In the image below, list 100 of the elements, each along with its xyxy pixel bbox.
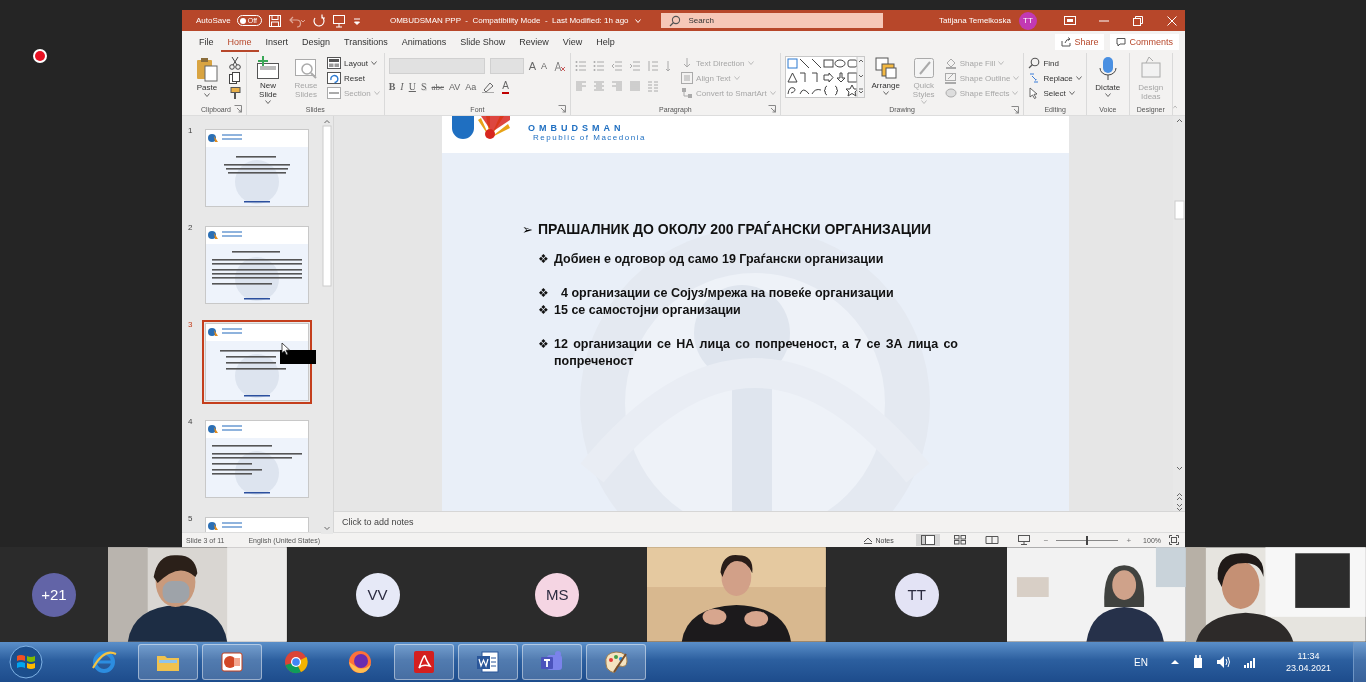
- slide-thumbnail[interactable]: [202, 126, 312, 210]
- close-button[interactable]: [1165, 13, 1179, 28]
- caret-icon: [204, 93, 210, 97]
- volume-icon[interactable]: [1215, 655, 1232, 669]
- format-button[interactable]: U: [408, 80, 416, 93]
- notes-placeholder[interactable]: Click to add notes: [342, 517, 414, 527]
- ribbon-button[interactable]: Reset: [327, 71, 380, 85]
- ribbon-tab[interactable]: Insert: [258, 32, 296, 52]
- ribbon-tab[interactable]: View: [555, 32, 590, 52]
- slide-thumbnail[interactable]: [202, 417, 312, 501]
- slide-number: 2: [188, 223, 194, 232]
- new-slide-icon: [255, 56, 281, 80]
- share-button[interactable]: Share: [1055, 34, 1105, 50]
- ribbon-button[interactable]: Select: [1028, 86, 1082, 100]
- clock-time[interactable]: 11:34: [1297, 650, 1320, 662]
- ribbon-tab[interactable]: Transitions: [337, 32, 395, 52]
- shapes-gallery-drawing[interactable]: [784, 56, 865, 98]
- format-button[interactable]: AV: [449, 80, 461, 93]
- format-button[interactable]: I: [400, 80, 404, 93]
- avatar: VV: [355, 572, 400, 617]
- redo-icon[interactable]: [311, 13, 326, 28]
- taskbar-app[interactable]: [202, 644, 262, 680]
- slide-number: 1: [188, 126, 194, 135]
- clock-date[interactable]: 23.04.2021: [1285, 662, 1331, 674]
- format-button[interactable]: abc: [431, 80, 444, 93]
- ribbon-button[interactable]: Dictate: [1090, 56, 1125, 97]
- show-hidden-icons-icon[interactable]: [1169, 657, 1180, 667]
- ribbon-button[interactable]: Layout: [327, 56, 380, 70]
- format-button[interactable]: S: [420, 80, 427, 93]
- taskbar-app[interactable]: [458, 644, 518, 680]
- bullet-symbol: ❖: [538, 302, 549, 319]
- ribbon-tab[interactable]: Slide Show: [453, 32, 513, 52]
- format-button[interactable]: B: [388, 80, 396, 93]
- ribbon-button[interactable]: Replace: [1028, 71, 1082, 85]
- zoom-in-button[interactable]: +: [1126, 535, 1132, 545]
- bullet-text: 12 организации се НА лица со попреченост, а 7 се ЗА лица со попреченост: [554, 336, 958, 370]
- paintbrush-icon[interactable]: [228, 86, 242, 100]
- format-button[interactable]: A: [541, 59, 548, 72]
- caret-icon: [733, 76, 740, 80]
- slide-thumbnail[interactable]: [202, 320, 312, 404]
- taskbar-app[interactable]: [522, 644, 582, 680]
- taskbar-app[interactable]: [586, 644, 646, 680]
- slide-heading: ПРАШАЛНИК ДО ОКОЛУ 200 ГРАЃАНСКИ ОРГАНИЗАЦИИ: [538, 221, 932, 237]
- search-field[interactable]: Search: [660, 13, 883, 28]
- bullet-arrow: ➢: [522, 222, 533, 237]
- ribbon-button[interactable]: New Slide: [251, 56, 285, 104]
- slider-thumb[interactable]: [1086, 535, 1089, 545]
- format-button[interactable]: A: [502, 79, 510, 94]
- ribbon-button[interactable]: Paste: [190, 56, 224, 97]
- format-button[interactable]: Aa: [465, 80, 477, 93]
- pen-icon: [944, 72, 957, 84]
- dialog-launcher-icon[interactable]: [767, 105, 776, 113]
- taskbar-app[interactable]: [394, 644, 454, 680]
- layout-icon: [327, 57, 341, 69]
- arrange-icon: [873, 56, 898, 80]
- normal-view-icon[interactable]: [915, 534, 940, 546]
- format-button[interactable]: A: [528, 59, 537, 72]
- redaction-box: [280, 350, 316, 364]
- ribbon-tab[interactable]: Help: [589, 32, 622, 52]
- font-size-field[interactable]: [489, 57, 524, 74]
- font-name-field[interactable]: [388, 57, 485, 74]
- zoom-out-button[interactable]: −: [1043, 535, 1049, 545]
- caret-icon: [998, 61, 1005, 65]
- avatar: +21: [32, 572, 76, 617]
- comments-button[interactable]: Comments: [1110, 34, 1179, 50]
- caret-icon: [920, 100, 927, 104]
- start-button[interactable]: [8, 644, 44, 680]
- clear-formatting-icon[interactable]: [552, 59, 567, 72]
- clipboard-icon: [195, 56, 219, 82]
- fit-to-window-icon[interactable]: [1169, 535, 1179, 545]
- ribbon-tab[interactable]: Design: [295, 32, 338, 52]
- bullet-symbol: ❖: [538, 285, 549, 302]
- reset-icon: [327, 72, 341, 84]
- presentation-icon[interactable]: [331, 13, 346, 28]
- ribbon-tab[interactable]: Animations: [394, 32, 454, 52]
- ribbon-button[interactable]: Arrange: [868, 56, 903, 95]
- reuse-slides-icon: [293, 56, 319, 80]
- caret-icon: [371, 61, 378, 65]
- dialog-launcher-icon[interactable]: [558, 105, 567, 113]
- ribbon-button[interactable]: Find: [1028, 56, 1082, 70]
- ribbon-tab[interactable]: Review: [512, 32, 556, 52]
- dialog-launcher-icon[interactable]: [234, 105, 242, 113]
- maximize-button[interactable]: [1131, 13, 1145, 28]
- signal-icon[interactable]: [1242, 655, 1257, 669]
- ribbon-tab[interactable]: Home: [220, 32, 259, 52]
- document-title[interactable]: OMBUDSMAN PPP - Compatibility Mode - Last Modified: 1h ago: [389, 16, 629, 25]
- bullet-text: 4 организации се Сојуз/мрежа на повеќе организации: [559, 285, 894, 302]
- taskbar-app[interactable]: [138, 644, 198, 680]
- user-avatar[interactable]: TT: [1019, 11, 1037, 30]
- caret-icon: [1104, 93, 1111, 97]
- ribbon-display-button[interactable]: [1063, 13, 1077, 28]
- slide-thumbnail[interactable]: [202, 223, 312, 307]
- save-icon[interactable]: [267, 13, 282, 28]
- bullet-text: 15 се самостојни организации: [554, 302, 741, 319]
- language-indicator[interactable]: EN: [1134, 656, 1148, 668]
- dialog-launcher-icon[interactable]: [1011, 106, 1020, 114]
- ribbon-tab[interactable]: File: [192, 32, 221, 52]
- search-icon: [668, 15, 681, 27]
- copy-icon[interactable]: [228, 71, 242, 85]
- scissors-icon[interactable]: [228, 56, 242, 70]
